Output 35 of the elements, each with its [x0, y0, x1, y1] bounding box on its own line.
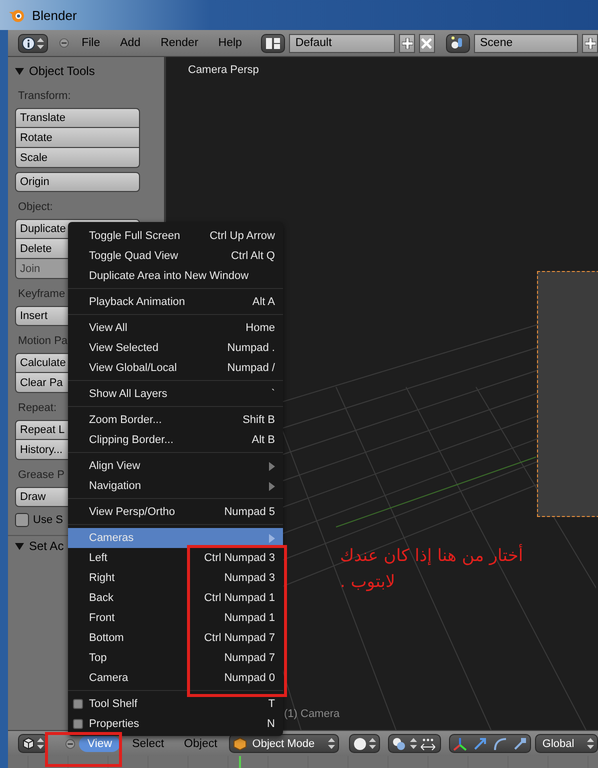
section-label: Keyframe [18, 288, 66, 300]
shortcut-label: Numpad 7 [224, 652, 275, 664]
shortcut-label: Numpad 3 [224, 572, 275, 584]
shortcut-label: Numpad / [227, 362, 275, 374]
shortcut-label: Shift B [242, 414, 275, 426]
shortcut-label: ` [271, 388, 275, 400]
shortcut-label: Numpad 0 [224, 672, 275, 684]
shortcut-label: N [267, 718, 275, 730]
annotation-text: لابتوب . [340, 571, 396, 594]
shortcut-label: Alt A [252, 296, 275, 308]
annotation-text: أختار من هنا إذا كان عندك [340, 543, 524, 568]
checkbox-label: Use S [33, 514, 63, 526]
section-label: Grease P [18, 469, 66, 481]
dropdown-value: Object Mode [251, 738, 316, 750]
shortcut-label: Ctrl Numpad 3 [204, 552, 275, 564]
shortcut-label: Ctrl Alt Q [230, 250, 275, 262]
object-label: (1) Camera [284, 708, 340, 720]
shortcut-label: Home [246, 322, 275, 334]
section-label: Repeat: [18, 402, 58, 414]
shortcut-label: Ctrl Up Arrow [210, 230, 275, 242]
section-label: Object: [18, 201, 54, 213]
shortcut-label: Alt B [252, 434, 275, 446]
shortcut-label: Ctrl Numpad 1 [204, 592, 275, 604]
window-title: Blender [32, 8, 77, 22]
shortcut-label: Numpad 5 [224, 506, 275, 518]
dropdown-value: Global [541, 738, 576, 750]
view-label: Camera Persp [188, 64, 259, 76]
panel-title: Set Ac [29, 539, 64, 553]
shortcut-label: Numpad . [227, 342, 275, 354]
shortcut-label: Ctrl Numpad 7 [204, 632, 275, 644]
panel-title: Object Tools [29, 64, 95, 78]
section-label: Transform: [18, 90, 72, 102]
shortcut-label: Numpad 1 [224, 612, 275, 624]
shortcut-label: T [268, 698, 275, 710]
section-label: Motion Pa [18, 335, 69, 347]
